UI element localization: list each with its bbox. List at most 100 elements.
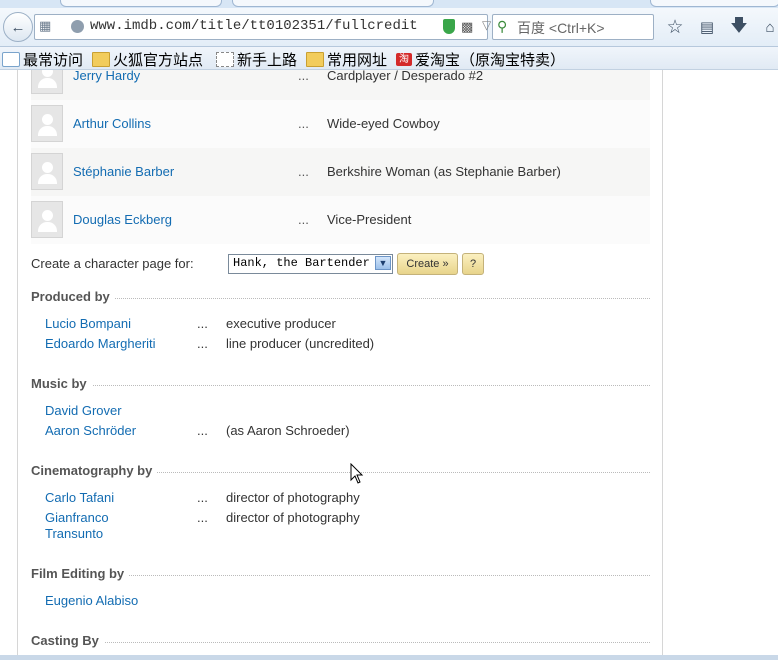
folder-icon	[306, 52, 324, 67]
credit-text: (as Aaron Schroeder)	[226, 423, 350, 438]
section-divider	[31, 298, 650, 299]
bookmark-getting-started[interactable]: 新手上路	[216, 49, 297, 70]
star-icon: ☆	[666, 16, 684, 38]
url-text[interactable]: www.imdb.com/title/tt0102351/fullcredit	[90, 18, 418, 34]
separator-dots: ...	[197, 336, 208, 351]
bookmark-label: 最常访问	[23, 52, 84, 69]
person-link[interactable]: Lucio Bompani	[45, 316, 185, 332]
browser-tab[interactable]	[232, 0, 434, 7]
bookmark-firefox-official[interactable]: 火狐官方站点	[92, 49, 203, 70]
mouse-cursor-icon	[350, 463, 364, 484]
character-select-value: Hank, the Bartender	[233, 256, 370, 270]
no-photo-placeholder-icon[interactable]	[31, 105, 63, 142]
person-link[interactable]: Edoardo Margheriti	[45, 336, 185, 352]
separator-dots: ...	[298, 212, 309, 227]
page-content: Jerry Hardy ... Cardplayer / Desperado #…	[0, 70, 778, 660]
section-heading-casting-by: Casting By	[31, 633, 650, 653]
credit-text: director of photography	[226, 490, 360, 505]
person-link[interactable]: Eugenio Alabiso	[45, 593, 185, 609]
no-photo-placeholder-icon[interactable]	[31, 153, 63, 190]
character-page-label: Create a character page for:	[31, 256, 194, 271]
person-link[interactable]: Gianfranco Transunto	[45, 510, 135, 542]
character-role: Berkshire Woman (as Stephanie Barber)	[327, 164, 561, 179]
tab-groups-icon[interactable]: ▦	[39, 19, 55, 33]
content-left-border	[17, 70, 18, 660]
credit-text: line producer (uncredited)	[226, 336, 375, 351]
section-divider	[31, 385, 650, 386]
bookmark-label: 火狐官方站点	[113, 52, 204, 69]
page-icon	[216, 52, 234, 67]
shield-icon[interactable]	[443, 19, 455, 34]
character-role: Cardplayer / Desperado #2	[327, 70, 484, 83]
section-heading-cinematography-by: Cinematography by	[31, 463, 650, 483]
section-divider	[31, 642, 650, 643]
chevron-down-icon[interactable]: ▼	[375, 256, 391, 270]
bookmark-label: 常用网址	[327, 52, 388, 69]
bookmark-label: 爱淘宝（原淘宝特卖）	[415, 52, 566, 69]
actor-link[interactable]: Douglas Eckberg	[73, 212, 172, 227]
cast-row: Arthur Collins ... Wide-eyed Cowboy	[31, 100, 650, 148]
separator-dots: ...	[298, 70, 309, 83]
content-right-border	[662, 70, 663, 660]
bookmark-most-visited[interactable]: 最常访问	[2, 49, 83, 70]
separator-dots: ...	[298, 164, 309, 179]
bookmark-common-sites[interactable]: 常用网址	[306, 49, 387, 70]
tab-strip	[0, 0, 778, 8]
home-button[interactable]: ⌂	[760, 16, 778, 38]
section-title: Film Editing by	[31, 566, 130, 581]
credit-text: director of photography	[226, 510, 360, 525]
person-link[interactable]: David Grover	[45, 403, 185, 419]
globe-icon	[71, 20, 84, 33]
bookmark-label: 新手上路	[237, 52, 298, 69]
actor-link[interactable]: Jerry Hardy	[73, 70, 140, 83]
history-dropdown-icon[interactable]: ▽	[482, 18, 491, 32]
separator-dots: ...	[197, 490, 208, 505]
home-icon: ⌂	[765, 18, 775, 36]
no-photo-placeholder-icon[interactable]	[31, 70, 63, 94]
actor-link[interactable]: Arthur Collins	[73, 116, 151, 131]
cast-row: Douglas Eckberg ... Vice-President	[31, 196, 650, 244]
folder-icon	[92, 52, 110, 67]
search-placeholder: 百度 <Ctrl+K>	[517, 20, 605, 36]
no-photo-placeholder-icon[interactable]	[31, 201, 63, 238]
status-strip	[0, 655, 778, 660]
section-heading-produced-by: Produced by	[31, 289, 650, 309]
browser-tab[interactable]	[60, 0, 222, 7]
separator-dots: ...	[197, 510, 208, 525]
person-link[interactable]: Aaron Schröder	[45, 423, 185, 439]
person-link[interactable]: Carlo Tafani	[45, 490, 185, 506]
qr-code-icon[interactable]: ▩	[461, 19, 473, 35]
star-folder-icon	[2, 52, 20, 67]
credit-text: executive producer	[226, 316, 336, 331]
section-heading-music-by: Music by	[31, 376, 650, 396]
section-heading-film-editing-by: Film Editing by	[31, 566, 650, 586]
browser-tab[interactable]	[650, 0, 778, 7]
navigation-toolbar: ← ▦ www.imdb.com/title/tt0102351/fullcre…	[0, 8, 778, 47]
search-icon: ⚲	[497, 18, 508, 34]
download-button[interactable]: 🡇	[728, 16, 750, 38]
search-bar[interactable]: ⚲ 百度 <Ctrl+K>	[492, 14, 654, 40]
character-select[interactable]: Hank, the Bartender ▼	[228, 254, 393, 274]
back-button[interactable]: ←	[3, 12, 33, 42]
character-page-form: Create a character page for: Hank, the B…	[31, 253, 650, 279]
cast-row: Jerry Hardy ... Cardplayer / Desperado #…	[31, 70, 650, 100]
reader-icon: ▤	[699, 19, 715, 36]
address-bar[interactable]: ▦ www.imdb.com/title/tt0102351/fullcredi…	[34, 14, 514, 40]
separator-dots: ...	[197, 423, 208, 438]
bookmark-star-button[interactable]: ☆	[664, 16, 686, 38]
reader-button[interactable]: ▤	[696, 16, 718, 38]
bookmark-taobao[interactable]: 淘 爱淘宝（原淘宝特卖）	[396, 49, 565, 70]
bookmarks-toolbar: 最常访问 火狐官方站点 新手上路 常用网址 淘 爱淘宝（原淘宝特卖）	[0, 47, 778, 70]
cast-row: Stéphanie Barber ... Berkshire Woman (as…	[31, 148, 650, 196]
separator-dots: ...	[197, 316, 208, 331]
separator-dots: ...	[298, 116, 309, 131]
help-button[interactable]: ?	[462, 253, 484, 275]
taobao-icon: 淘	[396, 53, 412, 66]
section-title: Cinematography by	[31, 463, 158, 478]
create-button[interactable]: Create »	[397, 253, 458, 275]
character-role: Vice-President	[327, 212, 412, 227]
actor-link[interactable]: Stéphanie Barber	[73, 164, 174, 179]
section-title: Casting By	[31, 633, 104, 648]
section-title: Produced by	[31, 289, 115, 304]
character-role: Wide-eyed Cowboy	[327, 116, 440, 131]
